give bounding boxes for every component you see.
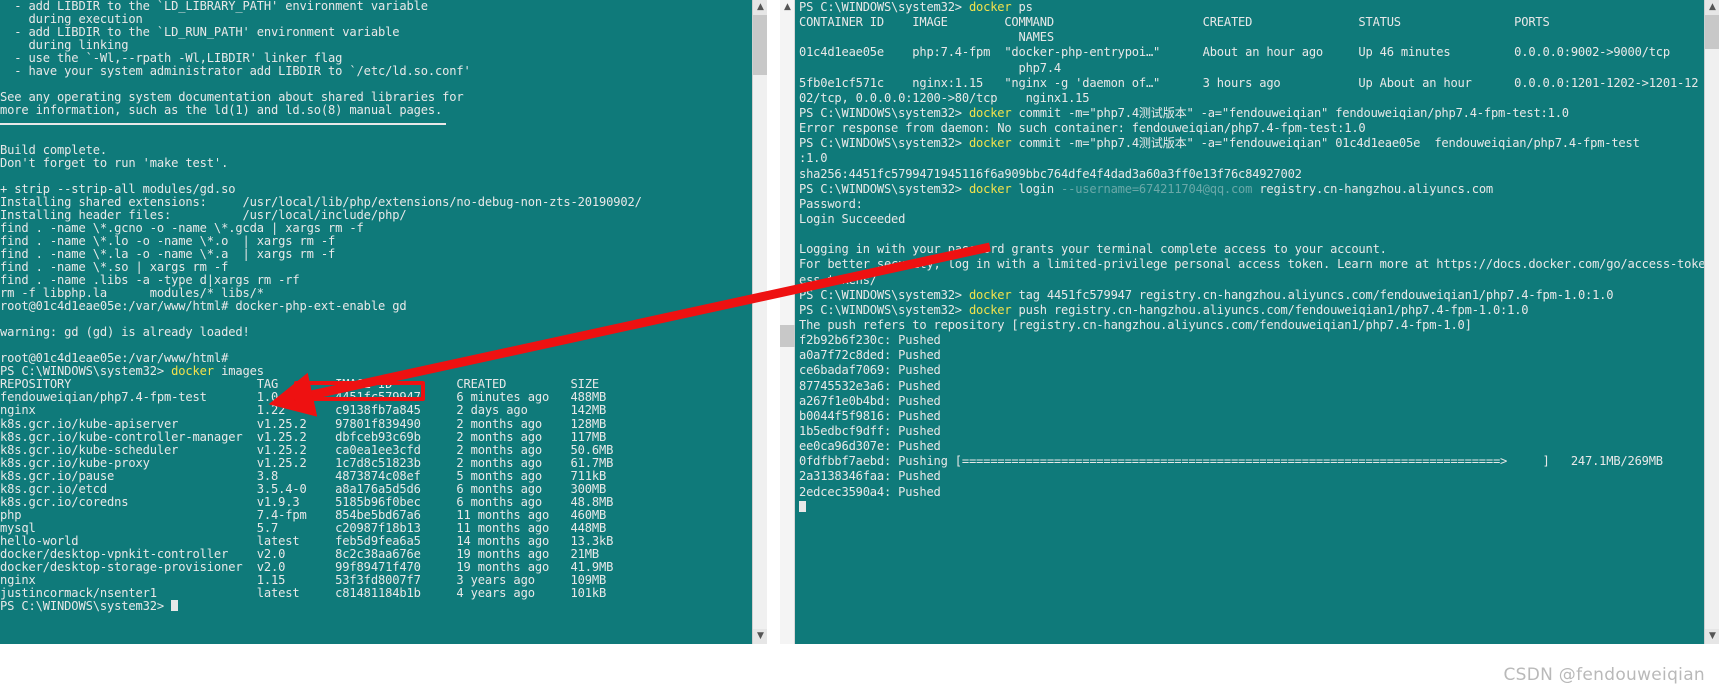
- terminal-line: root@01c4d1eae05e:/var/www/html# docker-…: [0, 299, 407, 314]
- right-terminal-window[interactable]: ▲ PS C:\WINDOWS\system32> docker ps CONTA…: [780, 0, 1719, 644]
- ps-table-header-names: NAMES: [799, 30, 1055, 45]
- docker-keyword: docker: [968, 136, 1012, 151]
- terminal-line: - have your system administrator add LIB…: [0, 64, 471, 79]
- push-layer-line: 1b5edbcf9dff: Pushed: [799, 423, 941, 438]
- right-scroll-down-arrow-icon[interactable]: ▼: [1705, 629, 1719, 644]
- docker-keyword: docker: [968, 181, 1012, 196]
- images-table-row: k8s.gcr.io/pause 3.8 4873874c08ef 5 mont…: [0, 468, 607, 483]
- docker-keyword: docker: [968, 0, 1012, 14]
- push-layer-line: a0a7f72c8ded: Pushed: [799, 348, 941, 363]
- docker-ps-command-line: PS C:\WINDOWS\system32> docker ps: [799, 0, 1033, 14]
- gutter-up-arrow-icon[interactable]: ▲: [780, 0, 795, 14]
- terminal-output-line: Password:: [799, 196, 863, 211]
- docker-keyword: docker: [171, 364, 214, 379]
- push-layer-line: 87745532e3a6: Pushed: [799, 378, 941, 393]
- cursor-line: [799, 500, 1719, 515]
- terminal-command-line: PS C:\WINDOWS\system32> docker tag 4451f…: [799, 287, 1614, 302]
- terminal-line: + strip --strip-all modules/gd.so: [0, 181, 236, 196]
- left-terminal-scrollbar[interactable]: ▲ ▼: [752, 0, 767, 644]
- terminal-output-line: sha256:4451fc5799471945116f6a909bbc764df…: [799, 166, 1302, 181]
- terminal-cursor: [171, 600, 179, 612]
- terminal-line: Installing shared extensions: /usr/local…: [0, 194, 642, 209]
- gutter-thumb[interactable]: [780, 325, 795, 347]
- images-table-row: k8s.gcr.io/kube-controller-manager v1.25…: [0, 429, 607, 444]
- terminal-line: find . -name \*.lo -o -name \*.o | xargs…: [0, 233, 336, 248]
- left-terminal-output: - add LIBDIR to the `LD_LIBRARY_PATH' en…: [0, 0, 760, 613]
- push-layer-line: 2edcec3590a4: Pushed: [799, 484, 941, 499]
- final-prompt-line: PS C:\WINDOWS\system32>: [0, 600, 760, 613]
- terminal-line: find . -name \*.la -o -name \*.a | xargs…: [0, 246, 336, 261]
- terminal-line: find . -name \*.gcno -o -name \*.gcda | …: [0, 220, 364, 235]
- right-terminal-scrollbar[interactable]: ▲ ▼: [1704, 0, 1719, 644]
- scroll-down-arrow-icon[interactable]: ▼: [753, 629, 767, 644]
- terminal-output-line: ess-tokens/: [799, 272, 877, 287]
- terminal-output-line: For better security, log in with a limit…: [799, 257, 1719, 272]
- push-layer-line: f2b92b6f230c: Pushed: [799, 333, 941, 348]
- screenshot-root: - add LIBDIR to the `LD_LIBRARY_PATH' en…: [0, 0, 1719, 700]
- push-layer-line: a267f1e0b4bd: Pushed: [799, 393, 941, 408]
- terminal-line: Build complete.: [0, 142, 107, 157]
- terminal-output-line: Error response from daemon: No such cont…: [799, 121, 1366, 136]
- ps-table-row-names: 02/tcp, 0.0.0.0:1200->80/tcp nginx1.15: [799, 90, 1090, 105]
- right-scroll-up-arrow-icon[interactable]: ▲: [1705, 0, 1719, 15]
- username-flag: --username=674211704@qq.com: [1061, 181, 1253, 196]
- scroll-up-arrow-icon[interactable]: ▲: [753, 0, 767, 15]
- push-layer-line: ce6badaf7069: Pushed: [799, 363, 941, 378]
- terminal-line: more information, such as the ld(1) and …: [0, 103, 443, 118]
- window-gap: [767, 0, 780, 644]
- ps-table-row: 01c4d1eae05e php:7.4-fpm "docker-php-ent…: [799, 45, 1670, 60]
- images-table-row: nginx 1.22 c9138fb7a845 2 days ago 142MB: [0, 403, 607, 418]
- terminal-command-line: PS C:\WINDOWS\system32> docker push regi…: [799, 302, 1529, 317]
- scrollbar-thumb[interactable]: [753, 15, 767, 75]
- terminal-output-line: Logging in with your password grants you…: [799, 242, 1387, 257]
- terminal-output-line: The push refers to repository [registry.…: [799, 317, 1472, 332]
- images-table-row: k8s.gcr.io/etcd 3.5.4-0 a8a176a5d5d6 6 m…: [0, 481, 607, 496]
- push-layer-progress-line: 0fdfbbf7aebd: Pushing [=================…: [799, 454, 1663, 469]
- csdn-watermark: CSDN @fendouweiqian: [1503, 665, 1705, 685]
- push-layer-line: ee0ca96d307e: Pushed: [799, 439, 941, 454]
- terminal-output-line: Login Succeeded: [799, 211, 906, 226]
- docker-keyword: docker: [968, 105, 1012, 120]
- images-table-row: k8s.gcr.io/kube-proxy v1.25.2 1c7d8c5182…: [0, 455, 614, 470]
- images-table-row: k8s.gcr.io/kube-apiserver v1.25.2 97801f…: [0, 416, 607, 431]
- terminal-cursor: [799, 500, 806, 512]
- left-terminal-window[interactable]: - add LIBDIR to the `LD_LIBRARY_PATH' en…: [0, 0, 767, 644]
- docker-keyword: docker: [968, 287, 1012, 302]
- terminal-command-line: PS C:\WINDOWS\system32> docker commit -m…: [799, 136, 1640, 151]
- images-table-row: hello-world latest feb5d9fea6a5 14 month…: [0, 533, 614, 548]
- docker-keyword: docker: [968, 302, 1012, 317]
- images-table-row: k8s.gcr.io/kube-scheduler v1.25.2 ca0ea1…: [0, 442, 614, 457]
- images-table-row: mysql 5.7 c20987f18b13 11 months ago 448…: [0, 520, 607, 535]
- push-layer-line: b0044f5f9816: Pushed: [799, 408, 941, 423]
- ps-table-row-names: php7.4: [799, 60, 1062, 75]
- docker-login-command-line: PS C:\WINDOWS\system32> docker login --u…: [799, 181, 1493, 196]
- terminal-command-line: PS C:\WINDOWS\system32> docker commit -m…: [799, 105, 1569, 120]
- right-terminal-output: PS C:\WINDOWS\system32> docker ps CONTAIN…: [799, 0, 1719, 515]
- terminal-line: Installing header files: /usr/local/incl…: [0, 207, 407, 222]
- push-layer-line: 2a3138346faa: Pushed: [799, 469, 941, 484]
- ps-table-header: CONTAINER ID IMAGE COMMAND CREATED STATU…: [799, 15, 1550, 30]
- terminal-output-line: :1.0: [799, 151, 828, 166]
- ps-table-row: 5fb0e1cf571c nginx:1.15 "nginx -g 'daemo…: [799, 75, 1699, 90]
- images-table-row: k8s.gcr.io/coredns v1.9.3 5185b96f0bec 6…: [0, 494, 614, 509]
- terminal-line: Don't forget to run 'make test'.: [0, 155, 229, 170]
- right-scrollbar-thumb[interactable]: [1705, 15, 1719, 49]
- images-table-row: php 7.4-fpm 854be5bd67a6 11 months ago 4…: [0, 507, 607, 522]
- horizontal-rule-divider: [0, 123, 446, 125]
- bottom-white-strip: [0, 644, 1719, 700]
- image-id-highlight-box: [294, 381, 425, 401]
- right-terminal-left-gutter[interactable]: ▲: [780, 0, 795, 644]
- terminal-line: warning: gd (gd) is already loaded!: [0, 325, 250, 340]
